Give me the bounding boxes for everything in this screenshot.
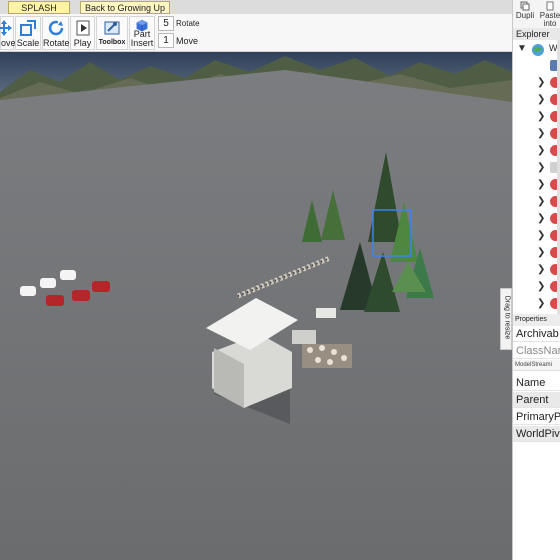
chevron-right-icon[interactable]: ❯: [537, 229, 545, 243]
rotate-button[interactable]: Rotate: [42, 16, 70, 50]
play-button[interactable]: Play: [70, 16, 95, 50]
house-deck: [292, 330, 316, 344]
explorer-item[interactable]: ❯: [513, 109, 560, 125]
explorer-item[interactable]: ❯: [513, 177, 560, 193]
move-button[interactable]: ove: [0, 16, 16, 50]
chevron-right-icon[interactable]: ❯: [537, 246, 545, 260]
explorer-item[interactable]: ❯: [513, 194, 560, 210]
rotate-label: Rotate: [43, 38, 70, 48]
toolbox-button[interactable]: Toolbox: [96, 16, 128, 50]
toolbox-label: Toolbox: [98, 39, 126, 46]
car-red-2: [72, 290, 90, 301]
toolbar: ove Scale Rotate Play Toolbox Part Inser…: [0, 14, 512, 52]
tab-back-to-growing-up[interactable]: Back to Growing Up: [80, 1, 170, 14]
explorer-title: Explorer: [513, 28, 560, 40]
property-parent[interactable]: Parent: [513, 392, 560, 408]
chevron-right-icon[interactable]: ❯: [537, 93, 545, 107]
explorer-item[interactable]: ❯: [513, 126, 560, 142]
toolbox-icon: [104, 21, 120, 35]
play-icon: [76, 20, 89, 36]
explorer-item[interactable]: ❯: [513, 296, 560, 312]
explorer-item[interactable]: ❯: [513, 143, 560, 159]
car-white-3: [60, 270, 76, 280]
tab-strip: SPLASH Back to Growing Up: [0, 0, 512, 14]
chevron-right-icon[interactable]: ❯: [537, 195, 545, 209]
move-icon: [0, 20, 12, 36]
paste-icon: [546, 1, 554, 11]
chevron-right-icon[interactable]: ❯: [537, 144, 545, 158]
chevron-right-icon[interactable]: ❯: [537, 110, 545, 124]
tab-splash[interactable]: SPLASH: [8, 1, 70, 14]
drag-to-resize-handle[interactable]: Drag to resize: [500, 288, 512, 350]
property-name[interactable]: Name: [513, 375, 560, 391]
step-controls: 5 Rotate 1 Move: [156, 16, 200, 50]
chevron-right-icon[interactable]: ❯: [537, 161, 545, 175]
explorer-item[interactable]: ❯: [513, 279, 560, 295]
insert-label: Insert: [130, 38, 154, 48]
chevron-down-icon[interactable]: ▼: [517, 42, 527, 56]
explorer-item[interactable]: [513, 58, 560, 74]
chevron-right-icon[interactable]: ❯: [537, 76, 545, 90]
dock-top: Dupli Paste into: [512, 0, 560, 28]
paste-label-2: into: [543, 19, 557, 28]
car-white-2: [40, 278, 56, 288]
chevron-right-icon[interactable]: ❯: [537, 212, 545, 226]
chevron-right-icon[interactable]: ❯: [537, 178, 545, 192]
chevron-right-icon[interactable]: ❯: [537, 263, 545, 277]
car-red-1: [46, 295, 64, 306]
explorer-item[interactable]: ❯: [513, 92, 560, 108]
play-label: Play: [73, 38, 92, 48]
scene-render: [0, 52, 512, 560]
chevron-right-icon[interactable]: ❯: [537, 297, 545, 311]
property-primarypart[interactable]: PrimaryP: [513, 409, 560, 425]
paste-into-button[interactable]: Paste into: [539, 0, 560, 28]
property-worldpivot[interactable]: WorldPiv: [513, 426, 560, 442]
globe-icon: [532, 44, 544, 56]
chevron-right-icon[interactable]: ❯: [537, 280, 545, 294]
move-step-input[interactable]: 1: [158, 33, 174, 48]
move-step-label: Move: [176, 36, 199, 46]
property-category[interactable]: ModelStreami: [513, 360, 560, 371]
explorer-item[interactable]: ❯: [513, 245, 560, 261]
duplicate-button[interactable]: Dupli: [513, 0, 537, 28]
chevron-right-icon[interactable]: ❯: [537, 127, 545, 141]
explorer-panel: Explorer ▼ W ❯ ❯ ❯ ❯ ❯ ❯ ❯ ❯ ❯ ❯ ❯ ❯ ❯ ❯: [512, 28, 560, 314]
viewport-3d[interactable]: [0, 52, 512, 560]
scale-button[interactable]: Scale: [15, 16, 41, 50]
property-archivable[interactable]: Archivab: [513, 326, 560, 342]
car-red-3: [92, 281, 110, 292]
properties-title: Properties: [513, 314, 560, 326]
duplicate-label: Dupli: [515, 11, 535, 20]
explorer-root-workspace[interactable]: ▼ W: [513, 41, 560, 57]
part-insert-button[interactable]: Part Insert: [129, 16, 155, 50]
properties-panel: Properties Archivab ClassNar ModelStream…: [512, 314, 560, 560]
explorer-item[interactable]: ❯: [513, 211, 560, 227]
property-classname[interactable]: ClassNar: [513, 343, 560, 359]
scale-icon: [20, 20, 36, 36]
car-white-1: [20, 286, 36, 296]
explorer-item[interactable]: ❯: [513, 75, 560, 91]
explorer-item[interactable]: ❯: [513, 228, 560, 244]
rotate-step-label: Rotate: [176, 19, 200, 28]
explorer-item[interactable]: ❯: [513, 160, 560, 176]
rotate-step-input[interactable]: 5: [158, 16, 174, 31]
duplicate-icon: [520, 1, 530, 11]
explorer-item[interactable]: ❯: [513, 262, 560, 278]
scale-label: Scale: [16, 38, 40, 48]
rotate-icon: [48, 20, 63, 36]
move-label: ove: [1, 38, 16, 48]
drag-to-resize-label: Drag to resize: [503, 295, 511, 340]
